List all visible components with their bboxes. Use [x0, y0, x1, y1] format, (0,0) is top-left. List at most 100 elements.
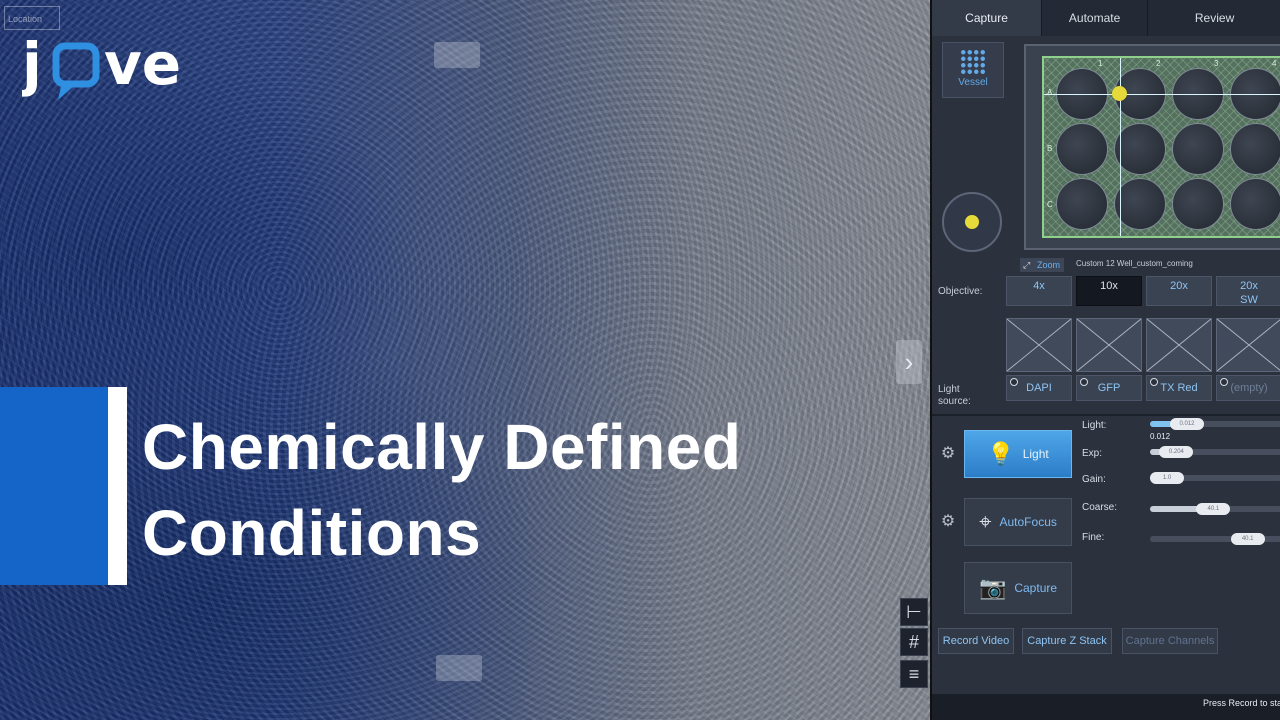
coarse-focus-slider[interactable]: 40.1 [1150, 503, 1280, 515]
slider-thumb[interactable]: 0.204 [1159, 446, 1194, 458]
title-line-1: Chemically Defined [142, 411, 742, 483]
pan-up-button[interactable] [434, 42, 480, 68]
capture-button[interactable]: 📷 Capture [964, 562, 1072, 614]
vessel-grid-icon [960, 49, 986, 75]
slider-coarse-label: Coarse: [1082, 502, 1118, 513]
light-value: 0.012 [1150, 432, 1171, 441]
zoom-label: Zoom [1036, 260, 1060, 270]
objective-label: Objective: [938, 286, 983, 297]
slider-exp-label: Exp: [1082, 448, 1103, 459]
well-b4[interactable] [1230, 123, 1280, 175]
slider-gain-label: Gain: [1082, 474, 1106, 485]
tab-review[interactable]: Review [1148, 0, 1280, 36]
joystick-knob[interactable] [965, 215, 979, 229]
col-label: 1 [1098, 59, 1103, 68]
pan-down-button[interactable] [436, 655, 482, 681]
light-dapi-label: DAPI [1026, 382, 1052, 394]
capture-button-label: Capture [1014, 581, 1058, 595]
gain-slider[interactable]: 1.0 [1150, 472, 1280, 484]
filter-slot-2 [1076, 318, 1142, 372]
stage-joystick[interactable] [942, 192, 1002, 252]
pan-right-button[interactable]: › [896, 340, 922, 384]
divider [932, 414, 1280, 416]
slider-fine-label: Fine: [1082, 532, 1105, 543]
objective-20x-sw-button[interactable]: 20x SW [1216, 276, 1280, 306]
fine-focus-slider[interactable]: 40.1 [1150, 533, 1280, 545]
title-accent-stripe [108, 387, 127, 585]
radio-icon [1220, 378, 1228, 386]
capture-channels-button[interactable]: Capture Channels [1122, 628, 1218, 654]
status-text: Press Record to sta [1202, 698, 1280, 708]
vessel-name: Custom 12 Well_custom_coming [1076, 259, 1193, 268]
row-label: C [1047, 200, 1053, 209]
tab-capture[interactable]: Capture [932, 0, 1043, 36]
scale-bar-icon[interactable]: ⊢ [900, 598, 928, 626]
zoom-button[interactable]: ⤢ Zoom [1020, 258, 1064, 272]
light-dapi-button[interactable]: DAPI [1006, 375, 1072, 401]
record-video-button[interactable]: Record Video [938, 628, 1014, 654]
row-label: A [1047, 88, 1053, 97]
well-c2[interactable] [1114, 178, 1166, 230]
vessel-button-label: Vessel [958, 77, 988, 88]
well-b1[interactable] [1056, 123, 1108, 175]
radio-icon [1010, 378, 1018, 386]
stage-position-marker [1112, 86, 1127, 101]
objective-4x-button[interactable]: 4x [1006, 276, 1072, 306]
lightbulb-icon: 💡 [987, 441, 1015, 466]
well-b2[interactable] [1114, 123, 1166, 175]
filter-slot-4 [1216, 318, 1280, 372]
autofocus-button[interactable]: ⌖ AutoFocus [964, 498, 1072, 546]
row-label: B [1047, 144, 1053, 153]
logo-ve: ve [104, 30, 181, 98]
col-label: 3 [1214, 59, 1219, 68]
slider-thumb[interactable]: 40.1 [1196, 503, 1231, 515]
control-panel: Capture Automate Review Vessel 1 2 3 4 A… [930, 0, 1280, 720]
tab-automate[interactable]: Automate [1042, 0, 1149, 36]
light-gfp-label: GFP [1097, 382, 1121, 394]
capture-z-stack-button[interactable]: Capture Z Stack [1022, 628, 1112, 654]
well-c4[interactable] [1230, 178, 1280, 230]
vessel-button[interactable]: Vessel [942, 42, 1004, 98]
logo-j: j [22, 30, 42, 98]
col-label: 4 [1272, 59, 1277, 68]
filter-slot-1 [1006, 318, 1072, 372]
objective-10x-button[interactable]: 10x [1076, 276, 1142, 306]
light-txred-label: TX Red [1160, 382, 1198, 394]
autofocus-settings-gear-icon[interactable]: ⚙ [938, 512, 958, 532]
plate-map[interactable]: 1 2 3 4 A B C [1024, 44, 1280, 250]
page-title: Chemically Defined Conditions [142, 404, 741, 576]
expand-icon: ⤢ [1023, 260, 1031, 270]
status-bar: Press Record to sta [932, 694, 1280, 720]
slider-thumb[interactable]: 0.012 [1169, 418, 1204, 430]
objective-20x-button[interactable]: 20x [1146, 276, 1212, 306]
grid-icon[interactable]: # [900, 628, 928, 656]
title-line-2: Conditions [142, 497, 482, 569]
light-slider[interactable]: 0.012 [1150, 418, 1280, 430]
well-plate: 1 2 3 4 A B C [1042, 56, 1280, 238]
microscope-image[interactable] [0, 0, 930, 720]
light-empty-label: (empty) [1230, 382, 1268, 394]
col-label: 2 [1156, 59, 1161, 68]
light-empty-button[interactable]: (empty) [1216, 375, 1280, 401]
radio-icon [1080, 378, 1088, 386]
autofocus-button-label: AutoFocus [999, 515, 1057, 529]
slider-thumb[interactable]: 1.0 [1150, 472, 1184, 484]
crosshair-vertical [1120, 58, 1121, 236]
well-c3[interactable] [1172, 178, 1224, 230]
well-c1[interactable] [1056, 178, 1108, 230]
title-accent-bar [0, 387, 108, 585]
well-b3[interactable] [1172, 123, 1224, 175]
slider-light-label: Light: [1082, 420, 1107, 431]
light-source-label: Light source: [938, 384, 971, 407]
crosshair-horizontal [1044, 94, 1280, 95]
light-txred-button[interactable]: TX Red [1146, 375, 1212, 401]
light-button-label: Light [1022, 447, 1049, 461]
adjust-icon[interactable]: ≡ [900, 660, 928, 688]
light-settings-gear-icon[interactable]: ⚙ [938, 444, 958, 464]
slider-thumb[interactable]: 40.1 [1230, 533, 1265, 545]
light-gfp-button[interactable]: GFP [1076, 375, 1142, 401]
radio-icon [1150, 378, 1158, 386]
camera-icon: 📷 [978, 575, 1007, 600]
exposure-slider[interactable]: 0.204 [1150, 446, 1280, 458]
light-toggle-button[interactable]: 💡 Light [964, 430, 1072, 478]
